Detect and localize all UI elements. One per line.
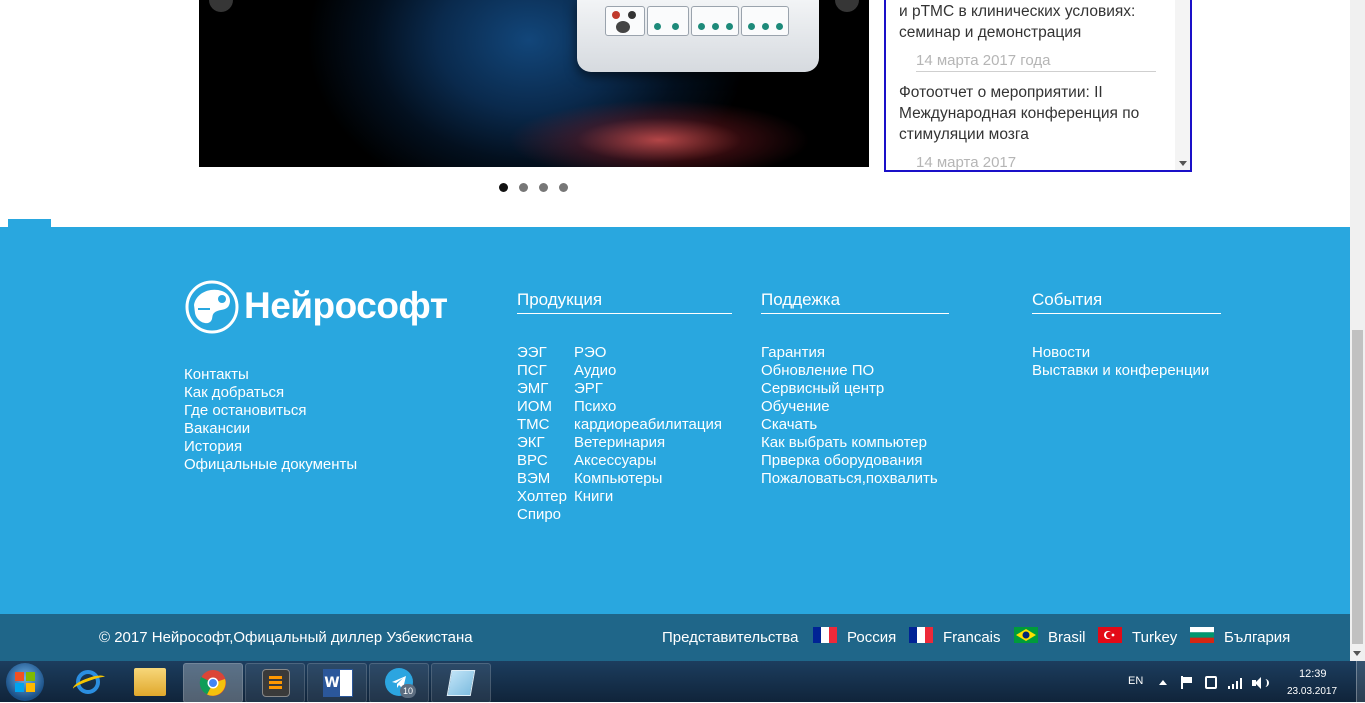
product-link[interactable]: кардиореабилитация [574, 416, 722, 434]
support-link[interactable]: Обучение [761, 398, 830, 416]
product-link[interactable]: Компьютеры [574, 470, 662, 488]
footer-link-directions[interactable]: Как добраться [184, 384, 284, 402]
slider-dot-4[interactable] [559, 183, 568, 192]
taskbar-chrome[interactable] [183, 663, 243, 703]
product-link[interactable]: Спиро [517, 506, 561, 524]
rep-link-bulgaria[interactable]: България [1224, 629, 1290, 646]
events-link[interactable]: Новости [1032, 344, 1090, 362]
product-link[interactable]: Аксессуары [574, 452, 656, 470]
slider-dot-1[interactable] [499, 183, 508, 192]
copyright-text: © 2017 Нейрософт,Офицальный диллер Узбек… [99, 629, 473, 646]
support-heading: Поддежка [761, 290, 841, 309]
support-link[interactable]: Прверка оборудования [761, 452, 922, 470]
action-center-flag-icon[interactable] [1181, 676, 1192, 689]
product-link[interactable]: Ветеринария [574, 434, 665, 452]
events-divider [1032, 313, 1221, 314]
taskbar-notepad[interactable] [431, 663, 491, 703]
support-link[interactable]: Обновление ПО [761, 362, 874, 380]
support-link[interactable]: Гарантия [761, 344, 825, 362]
sublime-text-icon [262, 669, 290, 697]
slider-next-arrow[interactable] [835, 0, 859, 12]
language-indicator[interactable]: EN [1128, 675, 1143, 687]
clock-date[interactable]: 23.03.2017 [1287, 686, 1337, 697]
product-link[interactable]: РЭО [574, 344, 606, 362]
word-icon: W [323, 669, 353, 697]
brain-logo-icon [185, 280, 239, 334]
turkey-flag-icon [1098, 627, 1122, 643]
news-title[interactable]: Фотоотчет о мероприятии: II Международна… [899, 82, 1161, 145]
product-link[interactable]: ЭКГ [517, 434, 545, 452]
windows-logo-icon [15, 672, 35, 692]
france-flag-icon [909, 627, 933, 643]
product-link[interactable]: Книги [574, 488, 613, 506]
start-button[interactable] [6, 663, 44, 701]
product-link[interactable]: ЭМГ [517, 380, 548, 398]
news-scrollbar[interactable] [1175, 0, 1190, 170]
taskbar-sublime[interactable] [245, 663, 305, 703]
products-divider [517, 313, 732, 314]
events-heading: События [1032, 290, 1103, 309]
internet-explorer-icon[interactable] [71, 666, 107, 698]
slider-prev-arrow[interactable] [209, 0, 233, 12]
footer-link-accommodation[interactable]: Где остановиться [184, 402, 307, 420]
product-link[interactable]: ПСГ [517, 362, 547, 380]
support-link[interactable]: Скачать [761, 416, 817, 434]
product-link[interactable]: ТМС [517, 416, 550, 434]
events-link[interactable]: Выставки и конференции [1032, 362, 1209, 380]
taskbar-word[interactable]: W [307, 663, 367, 703]
scroll-down-arrow-icon[interactable] [1179, 161, 1187, 166]
brazil-flag-icon [1014, 627, 1038, 643]
product-link[interactable]: ЭЭГ [517, 344, 547, 362]
chrome-icon [199, 670, 226, 696]
product-link[interactable]: ВРС [517, 452, 548, 470]
rep-link-turkey[interactable]: Turkey [1132, 629, 1177, 646]
brand-name: Нейрософт [244, 285, 448, 326]
footer-link-vacancies[interactable]: Вакансии [184, 420, 250, 438]
footer-link-history[interactable]: История [184, 438, 242, 456]
news-separator [916, 71, 1156, 72]
support-divider [761, 313, 949, 314]
product-link[interactable]: ВЭМ [517, 470, 550, 488]
page-scrollbar-thumb[interactable] [1352, 330, 1363, 644]
news-date: 14 марта 2017 года [916, 52, 1051, 69]
representatives-label: Представительства [662, 629, 799, 646]
slider-dot-3[interactable] [539, 183, 548, 192]
rep-link-france[interactable]: Francais [943, 629, 1001, 646]
file-explorer-icon[interactable] [134, 668, 166, 696]
slider-device-image [577, 0, 819, 72]
news-date: 14 марта 2017 [916, 154, 1017, 171]
image-slider[interactable] [199, 0, 869, 167]
taskbar-telegram[interactable]: 10 [369, 663, 429, 703]
notepad-icon [446, 670, 476, 696]
scroll-down-arrow-icon[interactable] [1353, 651, 1361, 656]
product-link[interactable]: Психо [574, 398, 616, 416]
bulgaria-flag-icon [1190, 627, 1214, 643]
slider-dot-2[interactable] [519, 183, 528, 192]
news-box: и рТМС в клинических условиях: семинар и… [884, 0, 1192, 172]
product-link[interactable]: ИОМ [517, 398, 552, 416]
product-link[interactable]: Аудио [574, 362, 616, 380]
news-title[interactable]: и рТМС в клинических условиях: семинар и… [899, 1, 1161, 43]
footer-link-documents[interactable]: Офицальные документы [184, 456, 357, 474]
clock-time[interactable]: 12:39 [1299, 668, 1327, 680]
volume-icon[interactable] [1252, 677, 1269, 689]
show-desktop-button[interactable] [1356, 661, 1365, 702]
product-link[interactable]: Холтер [517, 488, 567, 506]
footer-link-contacts[interactable]: Контакты [184, 366, 249, 384]
support-link[interactable]: Как выбрать компьютер [761, 434, 927, 452]
france-flag-icon [813, 627, 837, 643]
show-hidden-icons-icon[interactable] [1159, 680, 1167, 685]
support-link[interactable]: Пожаловаться,похвалить [761, 470, 938, 488]
product-link[interactable]: ЭРГ [574, 380, 603, 398]
rep-link-russia[interactable]: Россия [847, 629, 896, 646]
device-icon[interactable] [1205, 676, 1217, 689]
support-link[interactable]: Сервисный центр [761, 380, 884, 398]
network-signal-icon[interactable] [1228, 677, 1244, 689]
products-heading: Продукция [517, 290, 603, 309]
brand-logo[interactable]: Нейрософт [184, 279, 454, 335]
telegram-unread-badge: 10 [400, 684, 416, 698]
rep-link-brasil[interactable]: Brasil [1048, 629, 1086, 646]
